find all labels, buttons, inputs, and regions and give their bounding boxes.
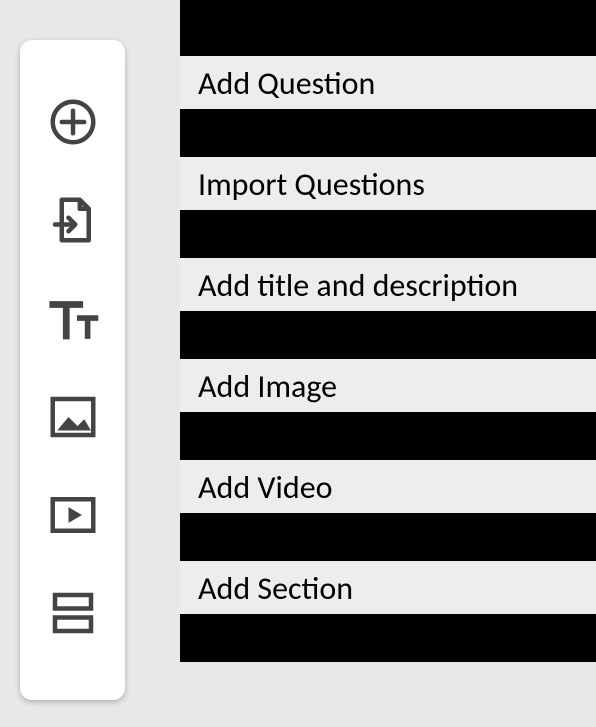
add-image-button[interactable] bbox=[41, 387, 105, 451]
divider-bar bbox=[180, 513, 596, 561]
add-video-button[interactable] bbox=[41, 485, 105, 549]
label-add-question: Add Question bbox=[180, 56, 596, 109]
divider-bar bbox=[180, 210, 596, 258]
label-import-questions: Import Questions bbox=[180, 157, 596, 210]
label-add-image: Add Image bbox=[180, 359, 596, 412]
section-icon bbox=[46, 586, 100, 645]
label-column: Add Question Import Questions Add title … bbox=[180, 0, 596, 727]
plus-circle-icon bbox=[46, 95, 100, 154]
label-add-title: Add title and description bbox=[180, 258, 596, 311]
add-section-button[interactable] bbox=[41, 584, 105, 648]
divider-bar bbox=[180, 311, 596, 359]
video-icon bbox=[46, 488, 100, 547]
add-question-button[interactable] bbox=[41, 92, 105, 156]
divider-bar bbox=[180, 614, 596, 662]
divider-bar bbox=[180, 412, 596, 460]
divider-bar bbox=[180, 109, 596, 157]
add-title-button[interactable] bbox=[41, 289, 105, 353]
image-icon bbox=[46, 390, 100, 449]
floating-toolbar bbox=[20, 40, 125, 700]
label-add-video: Add Video bbox=[180, 460, 596, 513]
import-questions-button[interactable] bbox=[41, 191, 105, 255]
divider-bar bbox=[180, 0, 596, 56]
text-icon bbox=[46, 291, 100, 350]
label-add-section: Add Section bbox=[180, 561, 596, 614]
file-import-icon bbox=[46, 193, 100, 252]
